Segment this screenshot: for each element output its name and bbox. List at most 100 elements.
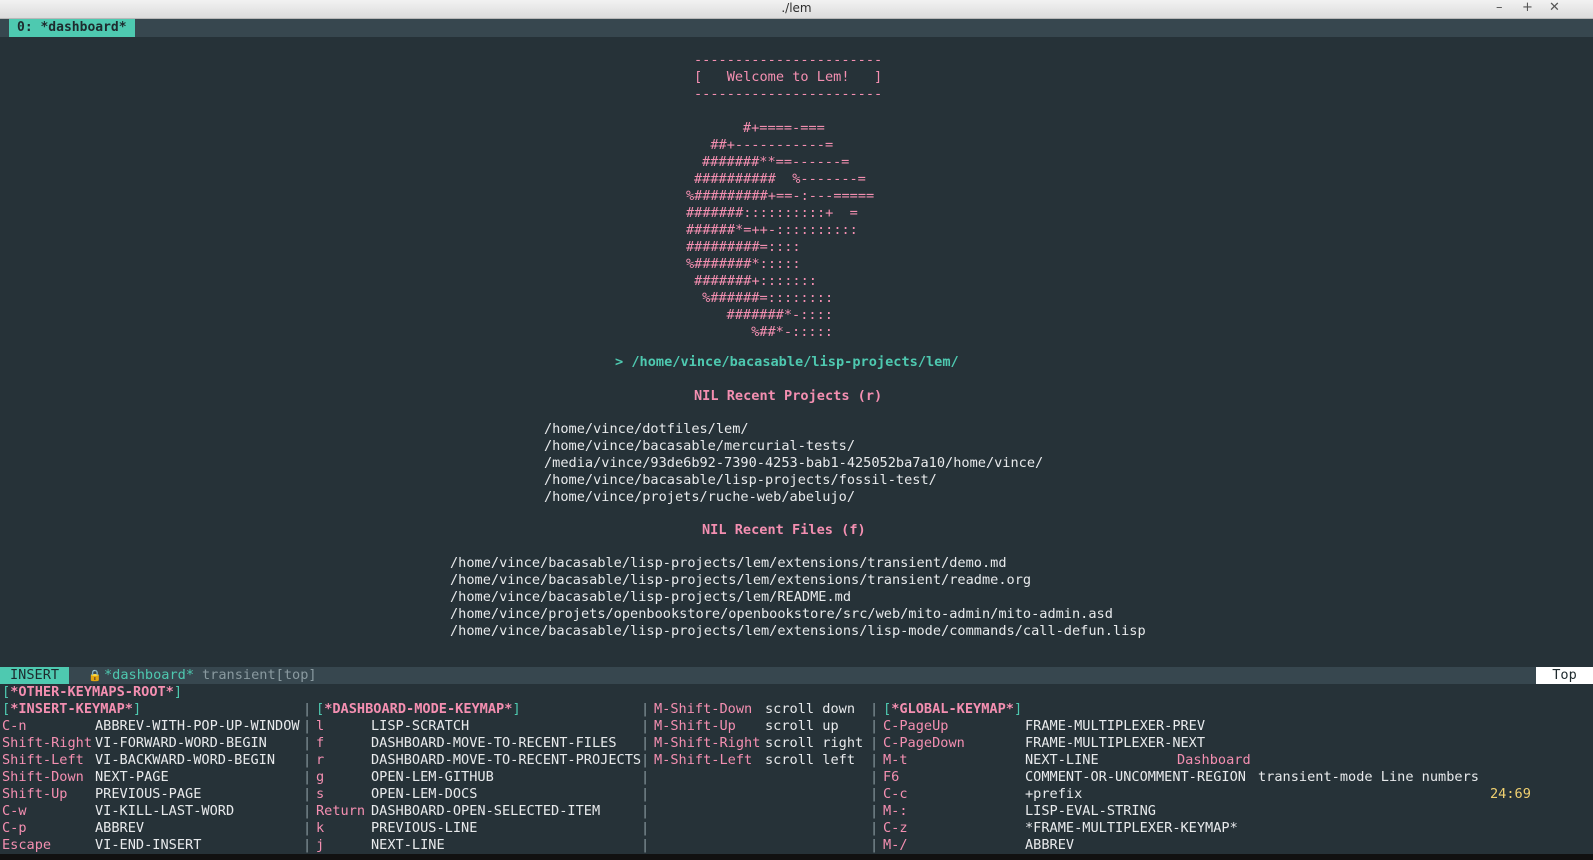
keybinding-key[interactable]: C-n <box>2 718 27 735</box>
keybinding-key[interactable]: C-p <box>2 820 27 837</box>
recent-files-heading: NIL Recent Files (f) <box>702 522 866 538</box>
keybinding-command[interactable]: +prefix <box>1025 786 1082 803</box>
keybinding-key[interactable]: C-z <box>883 820 908 837</box>
keybinding-command[interactable]: FRAME-MULTIPLEXER-PREV <box>1025 718 1205 735</box>
keybinding-key[interactable]: M-t <box>883 752 908 769</box>
cursor-position: 24:69 <box>1490 786 1531 802</box>
keybinding-key[interactable]: C-c <box>883 786 908 803</box>
keybinding-key[interactable]: M-: <box>883 803 908 820</box>
logo-line: %#########+==-:---===== <box>686 188 875 204</box>
keybinding-command[interactable]: ABBREV <box>95 820 144 837</box>
recent-file-item[interactable]: /home/vince/projets/openbookstore/openbo… <box>450 606 1113 623</box>
keybinding-command[interactable]: ABBREV-WITH-POP-UP-WINDOW <box>95 718 300 735</box>
keybinding-key[interactable]: Shift-Up <box>2 786 67 803</box>
keybinding-key[interactable]: j <box>316 837 324 854</box>
logo-line: ##+-----------= <box>694 137 834 153</box>
keybinding-command[interactable]: DASHBOARD-MOVE-TO-RECENT-PROJECTS <box>371 752 641 769</box>
keybinding-key[interactable]: l <box>316 718 324 735</box>
keybinding-key[interactable]: C-w <box>2 803 27 820</box>
keybinding-key[interactable]: M-Shift-Right <box>654 735 760 752</box>
logo-line: #+====-=== <box>702 120 825 136</box>
transient-indicator: transient[top] <box>202 667 317 683</box>
keybinding-key[interactable]: s <box>316 786 324 803</box>
keybinding-command[interactable]: OPEN-LEM-DOCS <box>371 786 477 803</box>
scroll-position: Top <box>1536 667 1593 684</box>
keybinding-command[interactable]: scroll down <box>765 701 855 718</box>
recent-project-item[interactable]: /home/vince/projets/ruche-web/abelujo/ <box>544 489 855 506</box>
keybinding-key[interactable]: k <box>316 820 324 837</box>
keybinding-key[interactable]: C-PageDown <box>883 735 965 752</box>
keybinding-command[interactable]: DASHBOARD-MOVE-TO-RECENT-FILES <box>371 735 617 752</box>
keybinding-key[interactable]: f <box>316 735 324 752</box>
keybinding-command[interactable]: NEXT-LINE <box>1025 752 1099 769</box>
keybinding-key[interactable]: F6 <box>883 769 899 786</box>
dashboard-buffer: ----------------------- [ Welcome to Lem… <box>0 37 1593 667</box>
keybinding-command[interactable]: PREVIOUS-LINE <box>371 820 477 837</box>
keybinding-command[interactable]: VI-FORWARD-WORD-BEGIN <box>95 735 267 752</box>
keybinding-command[interactable]: VI-BACKWARD-WORD-BEGIN <box>95 752 275 769</box>
keybinding-command[interactable]: scroll right <box>765 735 863 752</box>
keybinding-key[interactable]: M-/ <box>883 837 908 854</box>
tab-dashboard[interactable]: 0: *dashboard* <box>9 19 135 37</box>
recent-file-item[interactable]: /home/vince/bacasable/lisp-projects/lem/… <box>450 623 1146 640</box>
keybinding-key[interactable]: g <box>316 769 324 786</box>
logo-line: %#######*::::: <box>686 256 801 272</box>
minor-modes: transient-mode Line numbers <box>1258 769 1479 785</box>
keybinding-command[interactable]: LISP-EVAL-STRING <box>1025 803 1156 820</box>
minimize-button[interactable]: – <box>1496 0 1503 15</box>
keybinding-command[interactable]: VI-KILL-LAST-WORD <box>95 803 234 820</box>
keybinding-command[interactable]: COMMENT-OR-UNCOMMENT-REGION <box>1025 769 1246 786</box>
close-button[interactable]: ✕ <box>1549 0 1560 15</box>
keybinding-key[interactable]: Shift-Left <box>2 752 84 769</box>
keybinding-command[interactable]: VI-END-INSERT <box>95 837 201 854</box>
global-keymap-header: [*GLOBAL-KEYMAP*] <box>883 701 1023 717</box>
logo-line: #######*-:::: <box>702 307 833 323</box>
keybinding-command[interactable]: FRAME-MULTIPLEXER-NEXT <box>1025 735 1205 752</box>
keybinding-command[interactable]: *FRAME-MULTIPLEXER-KEYMAP* <box>1025 820 1238 837</box>
logo-line: #########=:::: <box>686 239 801 255</box>
keybinding-command[interactable]: OPEN-LEM-GITHUB <box>371 769 494 786</box>
logo-line: %######=:::::::: <box>694 290 834 306</box>
keybinding-key[interactable]: M-Shift-Left <box>654 752 752 769</box>
recent-file-item[interactable]: /home/vince/bacasable/lisp-projects/lem/… <box>450 589 851 606</box>
window-title: ./lem <box>781 1 812 15</box>
tab-bar: 0: *dashboard* <box>0 19 1593 37</box>
keybinding-key[interactable]: Shift-Down <box>2 769 84 786</box>
modeline: INSERT 🔒 *dashboard* transient[top] Dash… <box>0 667 1593 802</box>
keybinding-command[interactable]: PREVIOUS-PAGE <box>95 786 201 803</box>
recent-file-item[interactable]: /home/vince/bacasable/lisp-projects/lem/… <box>450 572 1031 589</box>
keybinding-command[interactable]: DASHBOARD-OPEN-SELECTED-ITEM <box>371 803 600 820</box>
keybinding-command[interactable]: LISP-SCRATCH <box>371 718 469 735</box>
project-path-link[interactable]: > /home/vince/bacasable/lisp-projects/le… <box>615 354 959 371</box>
column-separator: | | | | | | | | | <box>641 701 650 853</box>
recent-project-item[interactable]: /home/vince/dotfiles/lem/ <box>544 421 749 438</box>
keybinding-command[interactable]: scroll left <box>765 752 855 769</box>
recent-project-item[interactable]: /home/vince/bacasable/lisp-projects/foss… <box>544 472 937 489</box>
keybinding-key[interactable]: M-Shift-Down <box>654 701 752 718</box>
buffer-name: *dashboard* <box>104 667 195 683</box>
column-separator: | | | | | | | | | <box>303 701 312 853</box>
recent-projects-heading: NIL Recent Projects (r) <box>694 388 883 404</box>
dashboard-keymap-header: [*DASHBOARD-MODE-KEYMAP*] <box>316 701 521 717</box>
recent-file-item[interactable]: /home/vince/bacasable/lisp-projects/lem/… <box>450 555 1007 572</box>
keybinding-command[interactable]: NEXT-LINE <box>371 837 445 854</box>
keybinding-key[interactable]: Shift-Right <box>2 735 92 752</box>
logo-line: ######*=++-:::::::::: <box>686 222 858 238</box>
keybinding-key[interactable]: M-Shift-Up <box>654 718 736 735</box>
keybinding-command[interactable]: scroll up <box>765 718 839 735</box>
keybinding-key[interactable]: Return <box>316 803 365 820</box>
keybinding-key[interactable]: Escape <box>2 837 51 854</box>
keybinding-key[interactable]: C-PageUp <box>883 718 948 735</box>
column-separator: | | | | | | | | | <box>870 701 879 853</box>
maximize-button[interactable]: + <box>1522 0 1533 15</box>
recent-project-item[interactable]: /media/vince/93de6b92-7390-4253-bab1-425… <box>544 455 1043 472</box>
keybinding-command[interactable]: ABBREV <box>1025 837 1074 854</box>
keybinding-command[interactable]: NEXT-PAGE <box>95 769 169 786</box>
keymap-root-header: [*OTHER-KEYMAPS-ROOT*] <box>2 684 183 700</box>
keybinding-key[interactable]: r <box>316 752 324 769</box>
window-bottom-edge <box>0 854 1593 860</box>
logo-line: #######**==------= <box>702 154 850 170</box>
banner-bottom-rule: ----------------------- <box>694 86 883 102</box>
window-titlebar: ./lem – + ✕ <box>0 0 1593 19</box>
recent-project-item[interactable]: /home/vince/bacasable/mercurial-tests/ <box>544 438 855 455</box>
